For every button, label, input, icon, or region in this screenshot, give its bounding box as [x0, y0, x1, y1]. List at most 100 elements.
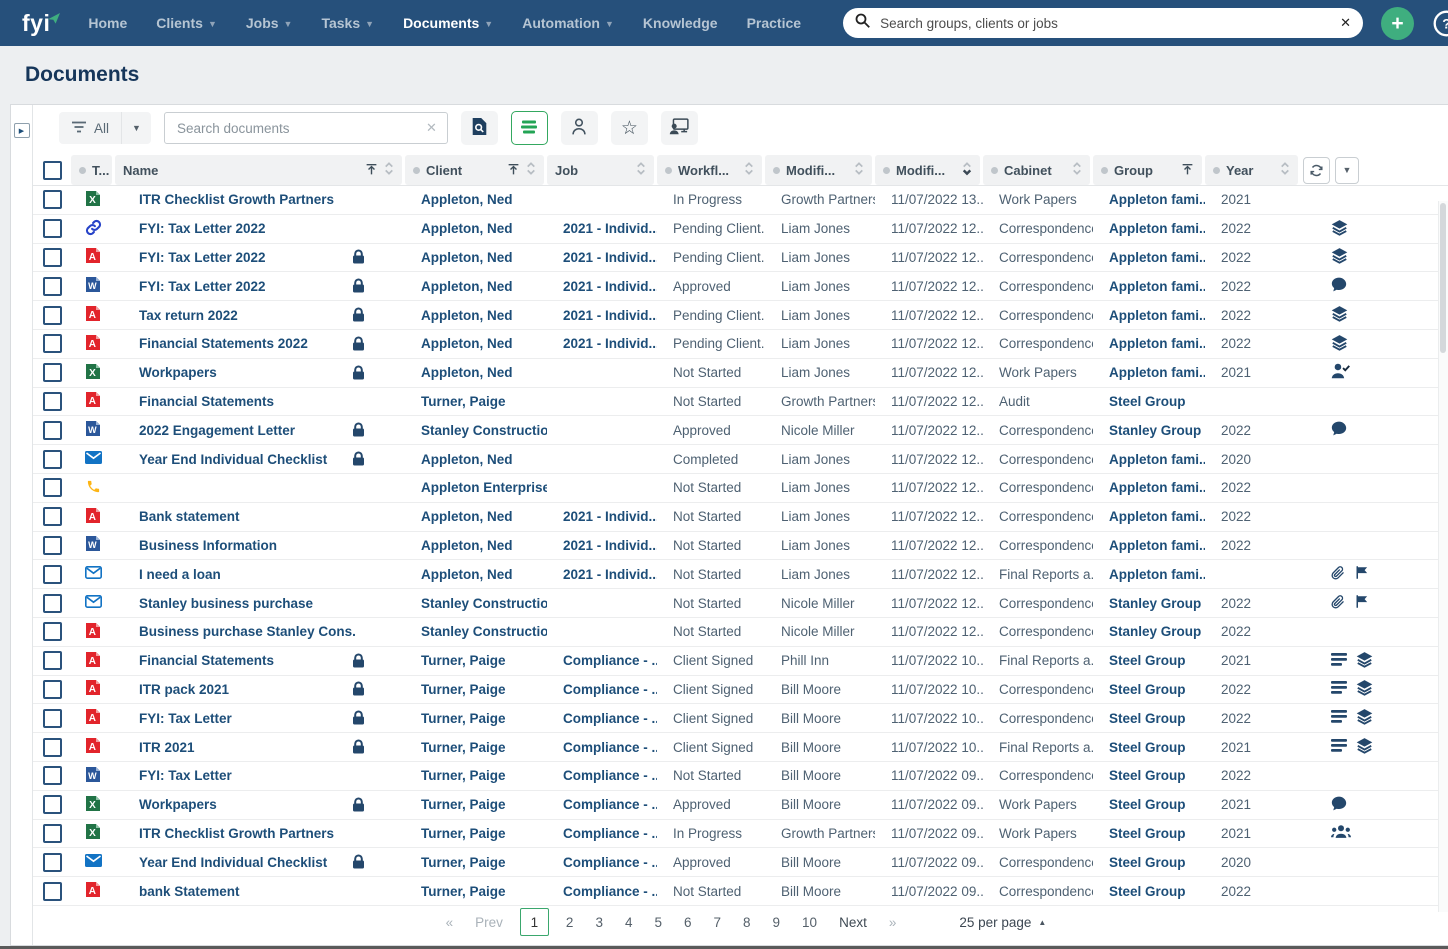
row-checkbox[interactable] — [42, 449, 62, 469]
create-button[interactable]: + — [1381, 6, 1415, 40]
row-checkbox[interactable] — [42, 881, 62, 901]
row-checkbox[interactable] — [42, 391, 62, 411]
job-cell[interactable] — [547, 474, 657, 502]
table-row[interactable]: A Business purchase Stanley Cons. Stanle… — [33, 618, 1448, 647]
group-cell[interactable]: Appleton fami... — [1093, 215, 1205, 243]
document-name[interactable]: Tax return 2022 — [139, 308, 238, 323]
nav-item-practice[interactable]: Practice — [747, 15, 801, 31]
client-cell[interactable]: Turner, Paige — [405, 647, 547, 675]
table-row[interactable]: A ITR 2021 Turner, Paige Compliance - ..… — [33, 733, 1448, 762]
row-checkbox[interactable] — [42, 766, 62, 786]
table-row[interactable]: Stanley business purchase Stanley Constr… — [33, 589, 1448, 618]
job-cell[interactable]: 2021 - Individ... — [547, 532, 657, 560]
document-name[interactable]: Year End Individual Checklist — [139, 452, 327, 467]
row-checkbox[interactable] — [42, 593, 62, 613]
table-row[interactable]: W 2022 Engagement Letter Stanley Constru… — [33, 416, 1448, 446]
row-checkbox[interactable] — [42, 679, 62, 699]
document-name[interactable]: Workpapers — [139, 797, 217, 812]
job-cell[interactable]: 2021 - Individ... — [547, 330, 657, 358]
page-button-9[interactable]: 9 — [762, 915, 792, 930]
document-name[interactable]: Bank statement — [139, 509, 240, 524]
job-cell[interactable]: Compliance - ... — [547, 791, 657, 819]
client-cell[interactable]: Appleton, Ned — [405, 560, 547, 588]
job-cell[interactable]: Compliance - ... — [547, 704, 657, 732]
filter-caret-icon[interactable]: ▼ — [121, 112, 151, 144]
nav-item-clients[interactable]: Clients ▼ — [156, 15, 217, 31]
table-row[interactable]: A bank Statement Turner, Paige Complianc… — [33, 877, 1448, 906]
row-checkbox[interactable] — [42, 535, 62, 555]
prev-page-button[interactable]: Prev — [464, 915, 514, 930]
column-header-workflow[interactable]: Workfl... — [657, 155, 762, 185]
page-button-1[interactable]: 1 — [519, 908, 549, 937]
job-cell[interactable]: Compliance - ... — [547, 733, 657, 761]
columns-menu-button[interactable]: ▼ — [1335, 156, 1359, 184]
client-cell[interactable]: Turner, Paige — [405, 762, 547, 790]
select-all-checkbox[interactable] — [42, 160, 62, 180]
table-row[interactable]: W FYI: Tax Letter Turner, Paige Complian… — [33, 762, 1448, 791]
list-view-button[interactable] — [510, 111, 548, 145]
document-name[interactable]: Year End Individual Checklist — [139, 855, 327, 870]
group-cell[interactable]: Appleton fami... — [1093, 244, 1205, 272]
column-pin-icon[interactable] — [1181, 163, 1194, 178]
document-preview-search-button[interactable] — [460, 111, 498, 145]
row-checkbox[interactable] — [42, 564, 62, 584]
job-cell[interactable]: 2021 - Individ... — [547, 301, 657, 329]
client-cell[interactable]: Appleton Enterprises — [405, 474, 547, 502]
table-row[interactable]: X ITR Checklist Growth Partners Turner, … — [33, 820, 1448, 849]
table-row[interactable]: A Bank statement Appleton, Ned 2021 - In… — [33, 503, 1448, 532]
row-checkbox[interactable] — [42, 651, 62, 671]
sort-icon[interactable] — [962, 161, 972, 179]
nav-item-home[interactable]: Home — [88, 15, 127, 31]
client-cell[interactable]: Turner, Paige — [405, 676, 547, 704]
group-cell[interactable]: Steel Group — [1093, 388, 1205, 416]
share-screen-button[interactable] — [660, 111, 698, 145]
group-cell[interactable]: Stanley Group — [1093, 416, 1205, 444]
row-checkbox[interactable] — [42, 708, 62, 728]
table-row[interactable]: X Workpapers Turner, Paige Compliance - … — [33, 791, 1448, 820]
group-cell[interactable]: Appleton fami... — [1093, 186, 1205, 214]
job-cell[interactable]: 2021 - Individ... — [547, 560, 657, 588]
document-name[interactable]: Financial Statements — [139, 394, 274, 409]
group-cell[interactable]: Appleton fami... — [1093, 359, 1205, 387]
page-button-8[interactable]: 8 — [732, 915, 762, 930]
group-cell[interactable]: Steel Group — [1093, 762, 1205, 790]
job-cell[interactable]: 2021 - Individ... — [547, 215, 657, 243]
client-cell[interactable]: Appleton, Ned — [405, 186, 547, 214]
group-cell[interactable]: Appleton fami... — [1093, 560, 1205, 588]
job-cell[interactable] — [547, 416, 657, 444]
row-checkbox[interactable] — [42, 334, 62, 354]
page-button-7[interactable]: 7 — [703, 915, 733, 930]
refresh-button[interactable] — [1303, 156, 1330, 184]
group-cell[interactable]: Steel Group — [1093, 791, 1205, 819]
group-cell[interactable]: Appleton fami... — [1093, 272, 1205, 300]
job-cell[interactable]: Compliance - ... — [547, 647, 657, 675]
client-cell[interactable]: Stanley Constructio... — [405, 589, 547, 617]
document-name[interactable]: Financial Statements — [139, 653, 274, 668]
group-cell[interactable]: Steel Group — [1093, 704, 1205, 732]
table-row[interactable]: A Financial Statements 2022 Appleton, Ne… — [33, 330, 1448, 359]
row-checkbox[interactable] — [42, 363, 62, 383]
client-cell[interactable]: Appleton, Ned — [405, 244, 547, 272]
document-name[interactable]: ITR 2021 — [139, 740, 195, 755]
document-name[interactable]: Financial Statements 2022 — [139, 336, 308, 351]
table-row[interactable]: X Workpapers Appleton, Ned Not Started L… — [33, 359, 1448, 388]
clear-global-search-icon[interactable]: ✕ — [1340, 15, 1351, 31]
person-view-button[interactable] — [560, 111, 598, 145]
column-header-modified_by[interactable]: Modifi... — [765, 155, 872, 185]
table-row[interactable]: A Financial Statements Turner, Paige Not… — [33, 388, 1448, 417]
scrollbar-thumb[interactable] — [1440, 203, 1446, 353]
row-checkbox[interactable] — [42, 795, 62, 815]
per-page-selector[interactable]: 25 per page ▲ — [959, 915, 1046, 930]
row-checkbox[interactable] — [42, 507, 62, 527]
row-checkbox[interactable] — [42, 622, 62, 642]
group-cell[interactable]: Appleton fami... — [1093, 330, 1205, 358]
column-header-job[interactable]: Job — [547, 155, 654, 185]
job-cell[interactable] — [547, 445, 657, 473]
group-cell[interactable]: Steel Group — [1093, 877, 1205, 905]
client-cell[interactable]: Turner, Paige — [405, 388, 547, 416]
client-cell[interactable]: Appleton, Ned — [405, 272, 547, 300]
document-name[interactable]: bank Statement — [139, 884, 240, 899]
document-name[interactable]: I need a loan — [139, 567, 221, 582]
client-cell[interactable]: Appleton, Ned — [405, 301, 547, 329]
group-cell[interactable]: Steel Group — [1093, 733, 1205, 761]
